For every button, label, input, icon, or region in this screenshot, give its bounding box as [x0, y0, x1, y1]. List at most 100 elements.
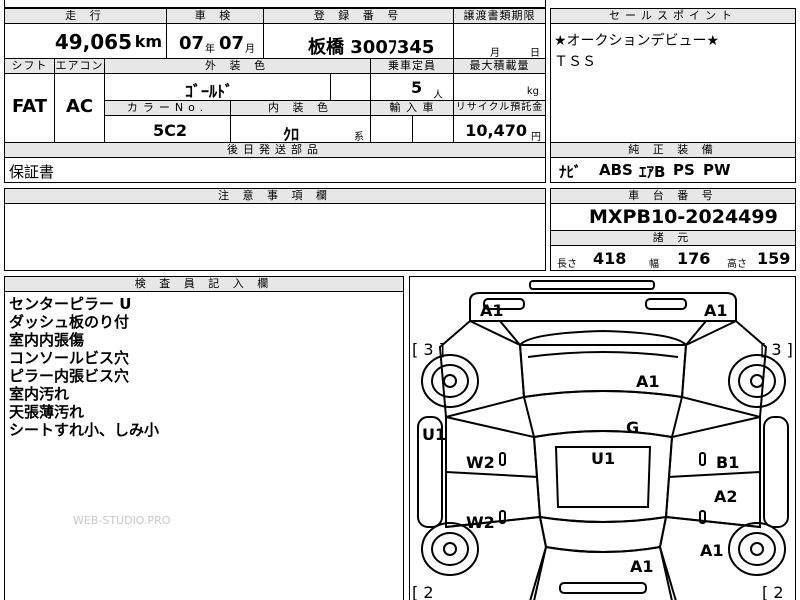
car-diagram: A1 A1 [ 3 ] [ 3 ] A1 U1 G U1 W2 B1 A2 W2…	[409, 276, 796, 600]
header-aircon: エアコン	[54, 58, 105, 74]
aircon-cell: AC	[54, 73, 105, 143]
int-color-unit: 系	[354, 132, 364, 143]
top-strip	[4, 0, 546, 8]
inspection-cell: 07 年 07 月	[166, 23, 264, 59]
inspection-year-unit: 年	[205, 44, 215, 55]
deadline-cell: 月 日	[453, 23, 546, 59]
ext-color-cell: ｺﾞｰﾙﾄﾞ	[104, 73, 331, 101]
equip-pw: PW	[703, 161, 731, 179]
chassis-no-value: MXPB10-2024499	[589, 206, 778, 228]
aircon-value: AC	[66, 96, 94, 117]
label-tire-rear-left: [ 2	[412, 583, 434, 600]
header-int-color: 内 装 色	[230, 100, 371, 116]
note-line-2: ダッシュ板のり付	[9, 313, 130, 331]
watermark: WEB-STUDIO.PRO	[73, 514, 171, 527]
spec-length-value: 418	[593, 249, 627, 268]
inspection-year: 07	[179, 33, 205, 54]
header-mileage: 走 行	[4, 8, 167, 24]
note-line-1: センターピラー U	[9, 295, 132, 313]
label-front-right: A1	[704, 301, 728, 320]
int-color-value: ｸﾛ	[283, 125, 300, 143]
header-color-no: カラーNo.	[104, 100, 231, 116]
spec-height-value: 159	[757, 249, 791, 268]
mileage-value: 49,065	[54, 30, 132, 54]
later-parts-value: 保証書	[9, 163, 55, 181]
label-trunk: A1	[630, 557, 654, 576]
equip-navi: ﾅﾋﾞ	[559, 163, 582, 181]
header-inspection: 車 検	[166, 8, 264, 24]
header-sales-point: セールスポイント	[550, 8, 796, 24]
caution-cell	[4, 203, 546, 271]
sales-point-line-1: ★オークションデビュー★	[554, 33, 720, 49]
label-roof-glass: G	[626, 418, 640, 437]
reg-no-cell: 板橋 300ﾌ345	[263, 23, 454, 59]
equip-ps: PS	[673, 161, 695, 179]
note-line-3: 室内内張傷	[9, 331, 85, 349]
note-line-8: シートすれ小、しみ小	[9, 421, 160, 439]
header-specs: 諸 元	[550, 230, 796, 246]
shift-value: FAT	[12, 96, 48, 117]
label-left-side: U1	[422, 425, 447, 444]
import-cell-a	[370, 115, 413, 143]
note-line-6: 室内汚れ	[9, 385, 70, 403]
inspection-month-unit: 月	[245, 44, 255, 55]
header-shift: シフト	[4, 58, 55, 74]
color-no-value: 5C2	[153, 121, 188, 140]
label-tire-rear-right: [ 2	[762, 583, 784, 600]
header-reg-no: 登 録 番 号	[263, 8, 454, 24]
label-left-front-door: W2	[466, 453, 495, 472]
capacity-unit: 人	[433, 90, 443, 101]
header-capacity: 乗車定員	[370, 58, 454, 74]
car-outline-svg	[417, 280, 789, 600]
label-hood: A1	[636, 372, 660, 391]
note-line-5: ピラー内張ビス穴	[9, 367, 130, 385]
mileage-cell: 49,065 km	[4, 23, 167, 59]
max-load-unit: kg	[526, 86, 539, 97]
later-parts-cell: 保証書	[4, 157, 546, 183]
mileage-unit: km	[134, 32, 162, 51]
recycle-cell: 10,470 円	[453, 115, 546, 143]
label-tire-front-left: [ 3 ]	[412, 340, 445, 359]
header-max-load: 最大積載量	[453, 58, 546, 74]
header-transfer-deadline: 譲渡書類期限	[453, 8, 546, 24]
label-tire-front-right: [ 3 ]	[760, 340, 793, 359]
header-import: 輸 入 車	[370, 100, 454, 116]
note-line-7: 天張薄汚れ	[9, 403, 85, 421]
genuine-equip-cell: ﾅﾋﾞ ABS ｴｱB PS PW	[550, 157, 796, 183]
label-right-front-door: B1	[716, 453, 740, 472]
capacity-value: 5	[411, 78, 423, 97]
ext-color-extra-cell	[330, 73, 371, 101]
spec-height-label: 高さ	[727, 259, 747, 270]
label-right-rear-door: A2	[714, 487, 738, 506]
header-genuine-equip: 純 正 装 備	[550, 142, 796, 158]
spec-length-label: 長さ	[557, 259, 577, 270]
spec-width-label: 幅	[649, 259, 659, 270]
equip-abs: ABS	[599, 161, 633, 179]
equip-airbag: ｴｱB	[639, 163, 666, 181]
header-ext-color: 外 装 色	[104, 58, 371, 74]
sales-point-cell: ★オークションデビュー★ ＴＳＳ	[550, 23, 796, 143]
header-inspector-notes: 検 査 員 記 入 欄	[4, 276, 404, 292]
recycle-value: 10,470	[465, 121, 527, 140]
label-right-rear-quarter: A1	[700, 541, 724, 560]
deadline-month-unit: 月	[490, 48, 500, 59]
header-chassis-no: 車 台 番 号	[550, 188, 796, 204]
label-roof: U1	[591, 449, 616, 468]
recycle-unit: 円	[531, 132, 541, 143]
label-front-left: A1	[480, 301, 504, 320]
ext-color-value: ｺﾞｰﾙﾄﾞ	[185, 82, 234, 101]
spec-width-value: 176	[677, 249, 711, 268]
chassis-no-cell: MXPB10-2024499	[550, 203, 796, 231]
header-caution: 注 意 事 項 欄	[4, 188, 546, 204]
note-line-4: コンソールビス穴	[9, 349, 130, 367]
label-left-rear-door: W2	[466, 513, 495, 532]
specs-cell: 長さ 418 幅 176 高さ 159	[550, 245, 796, 271]
import-cell-b	[412, 115, 454, 143]
shift-cell: FAT	[4, 73, 55, 143]
deadline-day-unit: 日	[530, 48, 540, 59]
color-no-cell: 5C2	[104, 115, 231, 143]
capacity-cell: 5 人	[370, 73, 454, 101]
inspector-notes-cell: センターピラー U ダッシュ板のり付 室内内張傷 コンソールビス穴 ピラー内張ビ…	[4, 291, 404, 600]
header-later-parts: 後日発送部品	[4, 142, 546, 158]
int-color-cell: ｸﾛ 系	[230, 115, 371, 143]
